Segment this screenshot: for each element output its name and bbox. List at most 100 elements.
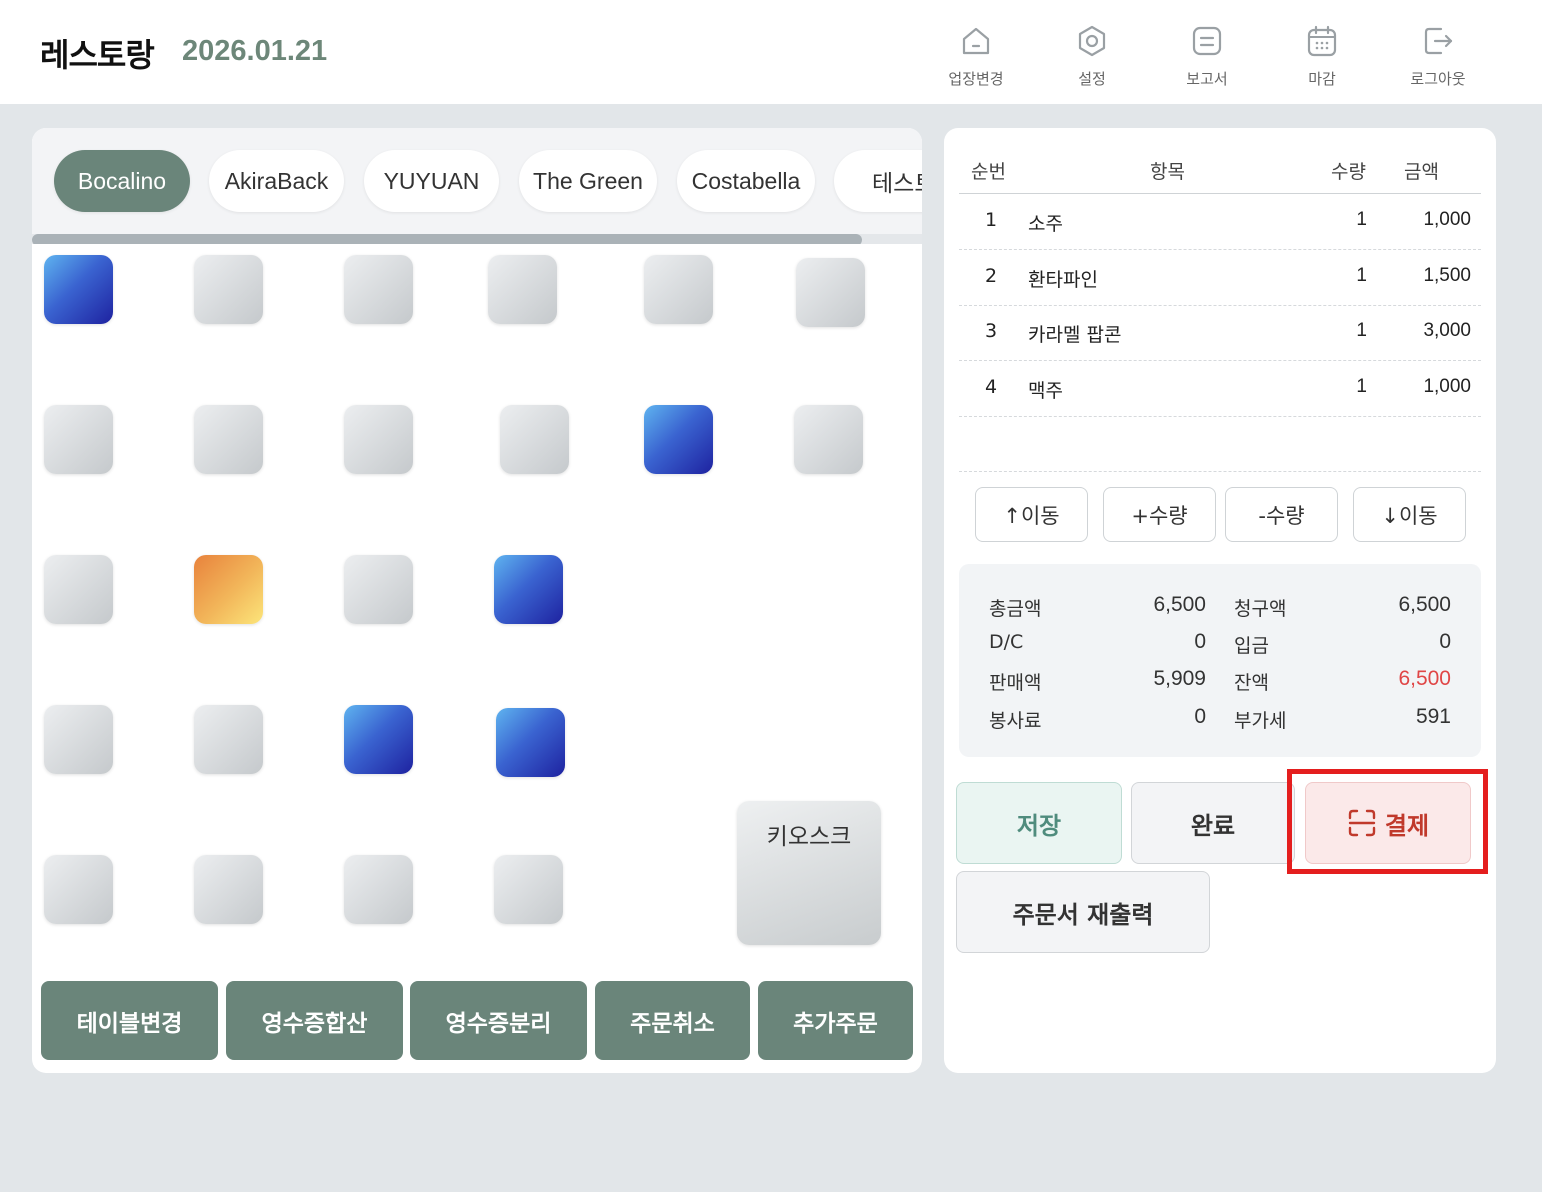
- order-row[interactable]: 2 환타파인 1 1,500: [959, 250, 1481, 306]
- nav-logout[interactable]: 로그아웃: [1393, 22, 1483, 100]
- store-tab-costabella[interactable]: Costabella: [677, 150, 815, 212]
- complete-button[interactable]: 완료: [1131, 782, 1295, 864]
- table-tile[interactable]: [796, 258, 865, 327]
- order-empty-row: [959, 416, 1481, 472]
- pay-button-label: 결제: [1384, 811, 1430, 840]
- move-down-button[interactable]: ↓이동: [1353, 487, 1466, 542]
- nav-label: 로그아웃: [1410, 70, 1466, 88]
- vat-value: 591: [1415, 705, 1451, 728]
- table-tile[interactable]: [44, 255, 113, 324]
- table-tile[interactable]: [344, 405, 413, 474]
- table-tile[interactable]: [44, 855, 113, 924]
- split-receipt-button[interactable]: 영수증분리: [410, 981, 587, 1060]
- add-order-button[interactable]: 추가주문: [758, 981, 913, 1060]
- balance-value: 6,500: [1398, 667, 1451, 690]
- store-tab-bocalino[interactable]: Bocalino: [54, 150, 190, 212]
- deposit-label: 입금: [1234, 635, 1269, 657]
- table-tile[interactable]: [44, 555, 113, 624]
- table-tile[interactable]: [344, 555, 413, 624]
- order-panel: 순번 항목 수량 금액 1 소주 1 1,000 2 환타파인 1 1,500 …: [944, 128, 1496, 1073]
- service-value: 0: [1194, 705, 1206, 728]
- order-no: 3: [985, 320, 998, 342]
- nav-closing[interactable]: 마감: [1277, 22, 1367, 100]
- report-icon: [1192, 26, 1222, 56]
- table-tile[interactable]: [44, 405, 113, 474]
- table-tile[interactable]: [488, 255, 557, 324]
- table-tile[interactable]: [344, 855, 413, 924]
- reprint-order-button[interactable]: 주문서 재출력: [956, 871, 1210, 953]
- table-tile[interactable]: [644, 405, 713, 474]
- nav-label: 보고서: [1186, 70, 1228, 88]
- table-tile[interactable]: [494, 555, 563, 624]
- store-tab-the-green[interactable]: The Green: [519, 150, 657, 212]
- balance-label: 잔액: [1234, 672, 1269, 694]
- store-tab-akiraback[interactable]: AkiraBack: [209, 150, 344, 212]
- store-tab-bar: Bocalino AkiraBack YUYUAN The Green Cost…: [32, 128, 922, 244]
- order-item: 맥주: [1028, 380, 1063, 402]
- nav-change-store[interactable]: 업장변경: [931, 22, 1021, 100]
- table-tile[interactable]: [496, 708, 565, 777]
- calendar-icon: [1307, 25, 1337, 57]
- nav-label: 설정: [1078, 70, 1106, 88]
- store-tab-test[interactable]: 테스트: [834, 150, 922, 212]
- order-item: 카라멜 팝콘: [1028, 324, 1122, 346]
- payment-summary: 총금액 6,500 청구액 6,500 D/C 0 입금 0 판매액 5,909…: [959, 564, 1481, 757]
- nav-reports[interactable]: 보고서: [1162, 22, 1252, 100]
- table-tile[interactable]: [344, 705, 413, 774]
- sales-value: 5,909: [1153, 667, 1206, 690]
- nav-label: 마감: [1308, 70, 1336, 88]
- billed-label: 청구액: [1234, 598, 1287, 620]
- kiosk-tile[interactable]: 키오스크: [737, 801, 881, 945]
- order-item: 환타파인: [1028, 269, 1098, 291]
- home-icon: [962, 27, 990, 55]
- total-value: 6,500: [1153, 593, 1206, 616]
- table-tile[interactable]: [194, 405, 263, 474]
- order-table-header: 순번 항목 수량 금액: [959, 146, 1481, 194]
- table-tile[interactable]: [494, 855, 563, 924]
- change-table-button[interactable]: 테이블변경: [41, 981, 218, 1060]
- order-no: 2: [985, 265, 998, 287]
- nav-settings[interactable]: 설정: [1047, 22, 1137, 100]
- app-header: 레스토랑 2026.01.21 업장변경 설정 보고서 마감 로그아웃: [0, 0, 1542, 104]
- table-tile[interactable]: [500, 405, 569, 474]
- tab-scrollbar-thumb[interactable]: [32, 234, 862, 244]
- service-label: 봉사료: [989, 710, 1042, 732]
- pay-button[interactable]: 결제: [1305, 782, 1471, 864]
- order-amount: 3,000: [1423, 320, 1471, 341]
- app-title: 레스토랑: [40, 36, 155, 74]
- table-tile[interactable]: [644, 255, 713, 324]
- save-button[interactable]: 저장: [956, 782, 1122, 864]
- qty-plus-button[interactable]: +수량: [1103, 487, 1216, 542]
- sales-label: 판매액: [989, 672, 1042, 694]
- gear-icon: [1078, 25, 1106, 57]
- order-qty: 1: [1356, 209, 1367, 230]
- order-amount: 1,500: [1423, 265, 1471, 286]
- table-tile[interactable]: [794, 405, 863, 474]
- business-date: 2026.01.21: [182, 35, 328, 67]
- table-tile[interactable]: [344, 255, 413, 324]
- order-qty: 1: [1356, 320, 1367, 341]
- table-tile[interactable]: [44, 705, 113, 774]
- table-map-panel: Bocalino AkiraBack YUYUAN The Green Cost…: [32, 128, 922, 1073]
- table-tile[interactable]: [194, 255, 263, 324]
- table-tile[interactable]: [194, 855, 263, 924]
- move-up-button[interactable]: ↑이동: [975, 487, 1088, 542]
- table-tile[interactable]: [194, 555, 263, 624]
- merge-receipt-button[interactable]: 영수증합산: [226, 981, 403, 1060]
- order-qty: 1: [1356, 265, 1367, 286]
- scan-icon: [1348, 809, 1376, 837]
- order-row[interactable]: 4 맥주 1 1,000: [959, 361, 1481, 417]
- dc-value: 0: [1194, 630, 1206, 653]
- cancel-order-button[interactable]: 주문취소: [595, 981, 750, 1060]
- dc-label: D/C: [989, 631, 1024, 653]
- order-no: 4: [985, 376, 998, 398]
- deposit-value: 0: [1439, 630, 1451, 653]
- order-item: 소주: [1028, 213, 1063, 235]
- qty-minus-button[interactable]: -수량: [1225, 487, 1338, 542]
- vat-label: 부가세: [1234, 710, 1287, 732]
- total-label: 총금액: [989, 598, 1042, 620]
- table-tile[interactable]: [194, 705, 263, 774]
- store-tab-yuyuan[interactable]: YUYUAN: [364, 150, 499, 212]
- order-row[interactable]: 1 소주 1 1,000: [959, 194, 1481, 250]
- order-row[interactable]: 3 카라멜 팝콘 1 3,000: [959, 305, 1481, 361]
